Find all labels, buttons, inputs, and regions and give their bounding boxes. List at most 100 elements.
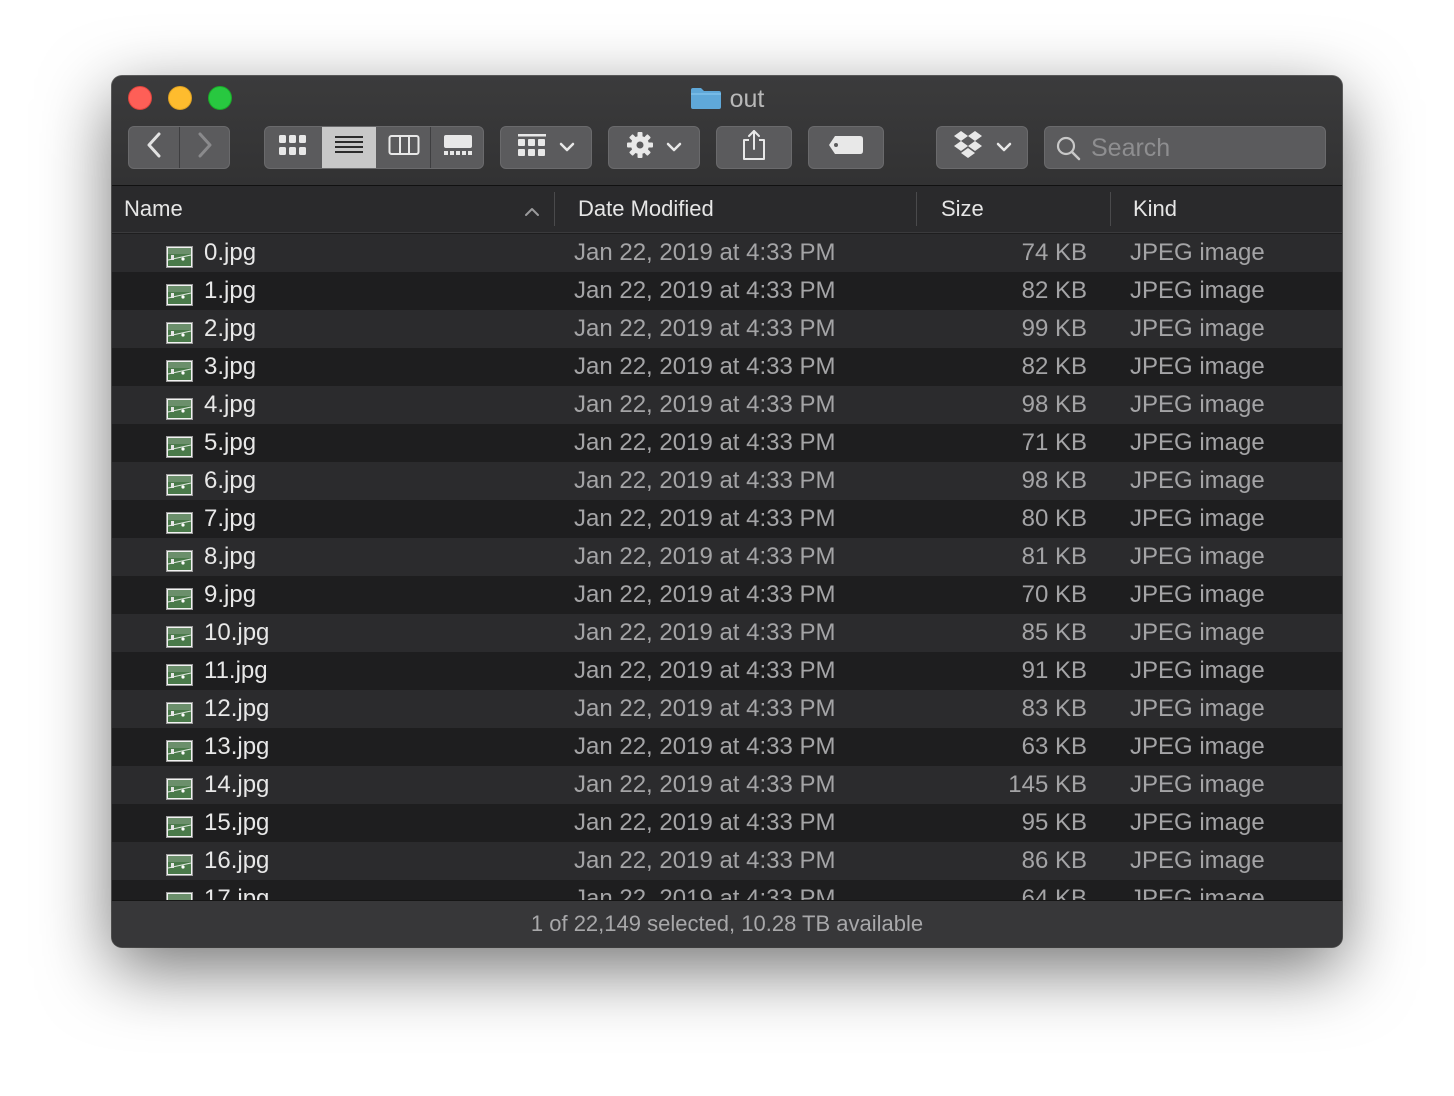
file-size: 85 KB <box>1021 619 1087 646</box>
file-name: 10.jpg <box>204 619 270 646</box>
file-size: 80 KB <box>1021 505 1087 532</box>
action-menu-button[interactable] <box>608 126 700 169</box>
file-kind: JPEG image <box>1130 429 1265 456</box>
file-kind: JPEG image <box>1130 695 1265 722</box>
file-name: 14.jpg <box>204 771 270 798</box>
icon-view-button[interactable] <box>265 127 321 168</box>
table-row[interactable]: 5.jpg Jan 22, 2019 at 4:33 PM 71 KB JPEG im… <box>112 424 1342 462</box>
table-row[interactable]: 3.jpg Jan 22, 2019 at 4:33 PM 82 KB JPEG im… <box>112 348 1342 386</box>
table-row[interactable]: 11.jpg Jan 22, 2019 at 4:33 PM 91 KB JPEG i… <box>112 652 1342 690</box>
image-file-icon <box>166 698 193 724</box>
window-title: out <box>729 85 765 113</box>
file-size: 64 KB <box>1021 885 1087 900</box>
table-row[interactable]: 2.jpg Jan 22, 2019 at 4:33 PM 99 KB JPEG im… <box>112 310 1342 348</box>
gallery-view-button[interactable] <box>431 127 483 168</box>
file-kind: JPEG image <box>1130 315 1265 342</box>
image-file-icon <box>166 432 193 458</box>
image-file-icon <box>166 280 193 306</box>
file-kind: JPEG image <box>1130 619 1265 646</box>
file-list: 0.jpg Jan 22, 2019 at 4:33 PM 74 KB JPEG im… <box>112 234 1342 900</box>
view-mode-control <box>264 126 484 169</box>
group-by-icon <box>517 133 547 162</box>
table-row[interactable]: 13.jpg Jan 22, 2019 at 4:33 PM 63 KB JPEG i… <box>112 728 1342 766</box>
table-row[interactable]: 14.jpg Jan 22, 2019 at 4:33 PM 145 KB JPEG … <box>112 766 1342 804</box>
file-size: 71 KB <box>1021 429 1087 456</box>
table-row[interactable]: 12.jpg Jan 22, 2019 at 4:33 PM 83 KB JPEG i… <box>112 690 1342 728</box>
size-column-header[interactable]: Size <box>941 186 984 232</box>
folder-icon <box>690 86 722 117</box>
group-by-button[interactable] <box>500 126 592 169</box>
gallery-view-icon <box>442 134 474 161</box>
finder-window: out Search Name Date Modified Size Kind … <box>112 76 1342 947</box>
table-row[interactable]: 7.jpg Jan 22, 2019 at 4:33 PM 80 KB JPEG im… <box>112 500 1342 538</box>
column-view-button[interactable] <box>377 127 430 168</box>
search-input[interactable] <box>1089 131 1321 166</box>
image-file-icon <box>166 850 193 876</box>
file-date-modified: Jan 22, 2019 at 4:33 PM <box>574 467 836 494</box>
search-icon <box>1055 135 1081 166</box>
image-file-icon <box>166 622 193 648</box>
file-name: 12.jpg <box>204 695 270 722</box>
image-file-icon <box>166 546 193 572</box>
tag-button[interactable] <box>808 126 884 169</box>
file-size: 145 KB <box>1008 771 1087 798</box>
file-name: 9.jpg <box>204 581 257 608</box>
file-size: 98 KB <box>1021 467 1087 494</box>
file-kind: JPEG image <box>1130 391 1265 418</box>
title-bar: out <box>112 76 1342 186</box>
name-column-header[interactable]: Name <box>124 186 183 232</box>
back-button[interactable] <box>129 127 179 168</box>
image-file-icon <box>166 660 193 686</box>
file-date-modified: Jan 22, 2019 at 4:33 PM <box>574 391 836 418</box>
window-title-area: out <box>112 84 1342 117</box>
image-file-icon <box>166 888 193 900</box>
file-name: 11.jpg <box>204 657 268 684</box>
chevron-down-icon <box>666 139 682 157</box>
file-kind: JPEG image <box>1130 657 1265 684</box>
search-field[interactable] <box>1044 126 1326 169</box>
dropbox-button[interactable] <box>936 126 1028 169</box>
image-file-icon <box>166 318 193 344</box>
file-kind: JPEG image <box>1130 239 1265 266</box>
chevron-right-icon <box>196 132 214 163</box>
table-row[interactable]: 6.jpg Jan 22, 2019 at 4:33 PM 98 KB JPEG im… <box>112 462 1342 500</box>
file-date-modified: Jan 22, 2019 at 4:33 PM <box>574 695 836 722</box>
table-row[interactable]: 8.jpg Jan 22, 2019 at 4:33 PM 81 KB JPEG im… <box>112 538 1342 576</box>
file-date-modified: Jan 22, 2019 at 4:33 PM <box>574 581 836 608</box>
table-row[interactable]: 4.jpg Jan 22, 2019 at 4:33 PM 98 KB JPEG im… <box>112 386 1342 424</box>
file-date-modified: Jan 22, 2019 at 4:33 PM <box>574 353 836 380</box>
image-file-icon <box>166 812 193 838</box>
table-row[interactable]: 15.jpg Jan 22, 2019 at 4:33 PM 95 KB JPEG i… <box>112 804 1342 842</box>
share-button[interactable] <box>716 126 792 169</box>
file-name: 16.jpg <box>204 847 270 874</box>
table-row[interactable]: 16.jpg Jan 22, 2019 at 4:33 PM 86 KB JPEG i… <box>112 842 1342 880</box>
table-row[interactable]: 0.jpg Jan 22, 2019 at 4:33 PM 74 KB JPEG im… <box>112 234 1342 272</box>
tag-icon <box>827 134 865 161</box>
image-file-icon <box>166 356 193 382</box>
table-row[interactable]: 17.jpg Jan 22, 2019 at 4:33 PM 64 KB JPEG i… <box>112 880 1342 900</box>
file-name: 1.jpg <box>204 277 257 304</box>
file-kind: JPEG image <box>1130 353 1265 380</box>
status-bar: 1 of 22,149 selected, 10.28 TB available <box>112 900 1342 947</box>
file-date-modified: Jan 22, 2019 at 4:33 PM <box>574 277 836 304</box>
date-modified-column-header[interactable]: Date Modified <box>578 186 714 232</box>
table-row[interactable]: 10.jpg Jan 22, 2019 at 4:33 PM 85 KB JPEG i… <box>112 614 1342 652</box>
file-date-modified: Jan 22, 2019 at 4:33 PM <box>574 809 836 836</box>
image-file-icon <box>166 774 193 800</box>
kind-column-header[interactable]: Kind <box>1133 186 1177 232</box>
table-row[interactable]: 9.jpg Jan 22, 2019 at 4:33 PM 70 KB JPEG im… <box>112 576 1342 614</box>
column-header: Name Date Modified Size Kind <box>112 186 1342 233</box>
file-size: 95 KB <box>1021 809 1087 836</box>
file-name: 5.jpg <box>204 429 257 456</box>
forward-button[interactable] <box>180 127 230 168</box>
list-view-button[interactable] <box>322 127 376 168</box>
navigation-buttons <box>128 126 230 169</box>
file-size: 82 KB <box>1021 353 1087 380</box>
file-date-modified: Jan 22, 2019 at 4:33 PM <box>574 771 836 798</box>
table-row[interactable]: 1.jpg Jan 22, 2019 at 4:33 PM 82 KB JPEG im… <box>112 272 1342 310</box>
file-size: 99 KB <box>1021 315 1087 342</box>
file-date-modified: Jan 22, 2019 at 4:33 PM <box>574 657 836 684</box>
file-kind: JPEG image <box>1130 885 1265 900</box>
file-name: 2.jpg <box>204 315 257 342</box>
file-kind: JPEG image <box>1130 847 1265 874</box>
